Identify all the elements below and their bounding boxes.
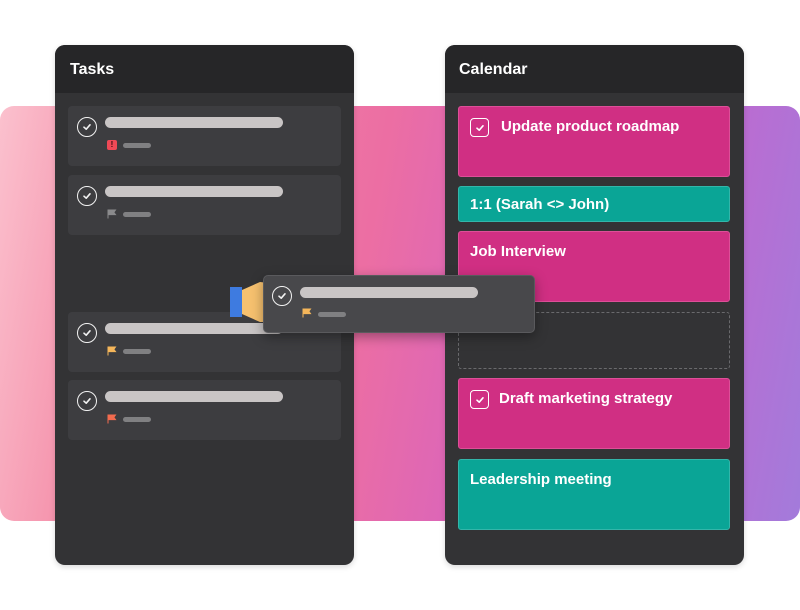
task-meta-placeholder <box>318 312 346 317</box>
task-card[interactable]: ! <box>68 106 341 166</box>
flag-icon <box>302 308 312 318</box>
event-title: Draft marketing strategy <box>499 390 673 407</box>
check-icon <box>83 330 91 336</box>
check-icon <box>83 124 91 130</box>
urgent-badge-icon: ! <box>107 140 117 150</box>
event-title: Job Interview <box>470 243 566 260</box>
check-icon <box>278 293 286 299</box>
event-title: 1:1 (Sarah <> John) <box>470 196 610 213</box>
check-icon <box>83 398 91 404</box>
dragging-task-card[interactable] <box>263 275 535 333</box>
event-title: Leadership meeting <box>470 471 612 488</box>
complete-task-checkbox[interactable] <box>77 323 97 343</box>
calendar-event[interactable]: Leadership meeting <box>458 459 730 530</box>
tasks-panel-title: Tasks <box>55 45 354 93</box>
task-title-placeholder <box>105 117 283 128</box>
complete-task-checkbox[interactable] <box>77 186 97 206</box>
check-icon <box>475 124 484 131</box>
event-checkbox[interactable] <box>470 118 489 137</box>
flag-icon <box>107 414 117 424</box>
check-icon <box>83 193 91 199</box>
task-title-placeholder <box>105 186 283 197</box>
task-card[interactable] <box>68 175 341 235</box>
calendar-event[interactable]: Update product roadmap <box>458 106 730 177</box>
calendar-event[interactable]: Draft marketing strategy <box>458 378 730 449</box>
task-meta-placeholder <box>123 349 151 354</box>
event-title: Update product roadmap <box>501 118 680 135</box>
flag-icon <box>107 346 117 356</box>
task-title-placeholder <box>300 287 478 298</box>
calendar-event[interactable]: 1:1 (Sarah <> John) <box>458 186 730 222</box>
complete-task-checkbox[interactable] <box>77 391 97 411</box>
complete-task-checkbox[interactable] <box>77 117 97 137</box>
task-meta-placeholder <box>123 143 151 148</box>
complete-task-checkbox[interactable] <box>272 286 292 306</box>
task-title-placeholder <box>105 391 283 402</box>
flag-icon <box>107 209 117 219</box>
task-title-placeholder <box>105 323 283 334</box>
task-meta-placeholder <box>123 212 151 217</box>
check-icon <box>475 396 484 403</box>
task-meta-placeholder <box>123 417 151 422</box>
task-card[interactable] <box>68 380 341 440</box>
calendar-panel-title: Calendar <box>445 45 744 93</box>
event-checkbox[interactable] <box>470 390 489 409</box>
